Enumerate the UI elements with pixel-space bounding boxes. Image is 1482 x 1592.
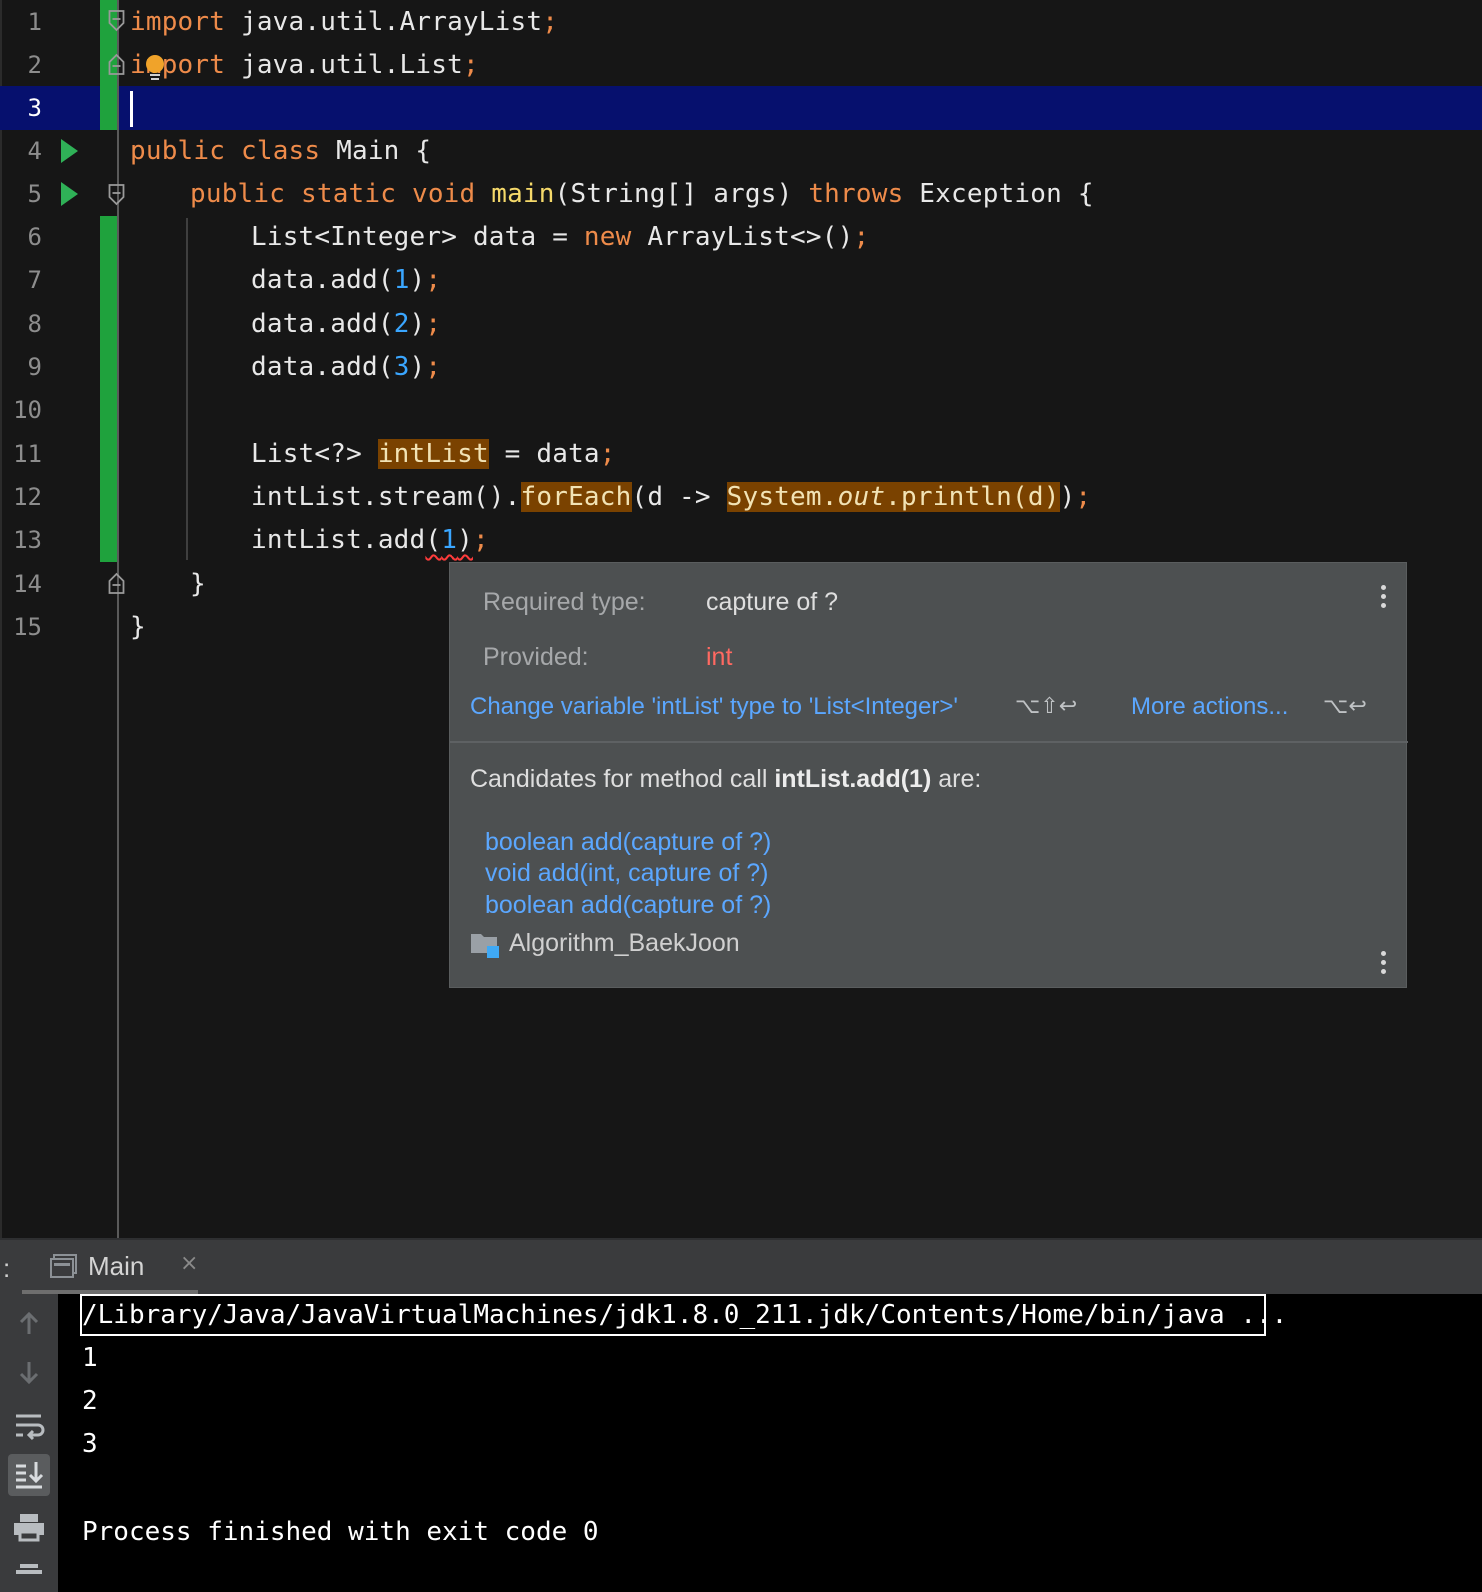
- line-number[interactable]: 9: [0, 345, 42, 389]
- code-line-11[interactable]: 11 List<?> intList = data;: [0, 432, 1482, 476]
- more-actions-shortcut-hint: ⌥↩: [1323, 694, 1367, 719]
- run-tab-label: Main: [88, 1251, 145, 1281]
- popup-divider: [450, 741, 1408, 743]
- line-number[interactable]: 11: [0, 432, 42, 476]
- console-output-line: 2: [82, 1386, 98, 1416]
- provided-value: int: [706, 643, 733, 671]
- soft-wrap-icon[interactable]: [8, 1404, 50, 1446]
- code-line-8[interactable]: 8 data.add(2);: [0, 302, 1482, 346]
- trash-icon[interactable]: [8, 1556, 50, 1592]
- code-text: data.add(3);: [251, 352, 442, 382]
- code-text: import java.util.ArrayList;: [130, 7, 559, 37]
- candidate-link[interactable]: boolean add(capture of ?): [485, 890, 771, 920]
- console-toolbar: [0, 1294, 58, 1592]
- header-colon: :: [3, 1253, 11, 1283]
- change-type-action-link[interactable]: Change variable 'intList' type to 'List<…: [470, 692, 958, 722]
- fix-shortcut-hint: ⌥⇧↩: [1015, 694, 1078, 719]
- line-number[interactable]: 1: [0, 0, 42, 44]
- code-text: List<Integer> data = new ArrayList<>();: [251, 222, 870, 252]
- line-number[interactable]: 6: [0, 215, 42, 259]
- code-line-4[interactable]: 4 public class Main {: [0, 129, 1482, 173]
- code-line-3[interactable]: 3: [0, 86, 1482, 130]
- run-console[interactable]: /Library/Java/JavaVirtualMachines/jdk1.8…: [0, 1294, 1482, 1592]
- code-line-2[interactable]: 2 import java.util.List;: [0, 43, 1482, 87]
- required-type-value: capture of ?: [706, 588, 839, 616]
- code-text: data.add(2);: [251, 309, 442, 339]
- print-icon[interactable]: [8, 1506, 50, 1548]
- module-name: Algorithm_BaekJoon: [509, 929, 740, 957]
- fold-open-icon[interactable]: [108, 184, 125, 206]
- line-number[interactable]: 7: [0, 258, 42, 302]
- console-output-line: 1: [82, 1343, 98, 1373]
- line-number[interactable]: 15: [0, 605, 42, 649]
- code-text: import java.util.List;: [130, 50, 479, 80]
- fold-open-icon[interactable]: [108, 10, 125, 32]
- code-text: intList.stream().forEach(d -> System.out…: [251, 482, 1092, 512]
- required-type-label: Required type:: [483, 588, 646, 616]
- code-line-13[interactable]: 13 intList.add(1);: [0, 518, 1482, 562]
- line-number[interactable]: 12: [0, 475, 42, 519]
- code-line-6[interactable]: 6 List<Integer> data = new ArrayList<>()…: [0, 215, 1482, 259]
- java-command-line[interactable]: /Library/Java/JavaVirtualMachines/jdk1.8…: [82, 1293, 1287, 1337]
- run-main-icon[interactable]: [61, 182, 78, 206]
- code-text: public static void main(String[] args) t…: [190, 179, 1094, 209]
- candidate-link[interactable]: boolean add(capture of ?): [485, 827, 771, 857]
- down-arrow-icon[interactable]: [8, 1352, 50, 1394]
- line-number[interactable]: 14: [0, 562, 42, 606]
- close-tab-icon[interactable]: ×: [180, 1251, 198, 1276]
- usage-highlight[interactable]: intList: [377, 439, 489, 469]
- code-line-9[interactable]: 9 data.add(3);: [0, 345, 1482, 389]
- line-number[interactable]: 2: [0, 43, 42, 87]
- line-number[interactable]: 8: [0, 302, 42, 346]
- module-folder-icon: [470, 931, 500, 959]
- fold-close-icon[interactable]: [108, 53, 125, 75]
- usage-highlight[interactable]: System.out.println(d): [726, 482, 1060, 512]
- code-line-7[interactable]: 7 data.add(1);: [0, 258, 1482, 302]
- provided-label: Provided:: [483, 643, 589, 671]
- code-text: public class Main {: [130, 136, 432, 166]
- more-actions-link[interactable]: More actions...: [1131, 692, 1288, 722]
- error-highlight[interactable]: (1): [425, 525, 473, 555]
- console-window-icon: [50, 1254, 78, 1278]
- code-text: }: [130, 612, 146, 642]
- code-line-1[interactable]: 1 import java.util.ArrayList;: [0, 0, 1482, 44]
- line-number[interactable]: 4: [0, 129, 42, 173]
- candidates-heading: Candidates for method call intList.add(1…: [470, 765, 982, 793]
- code-text: data.add(1);: [251, 265, 442, 295]
- line-number[interactable]: 5: [0, 172, 42, 216]
- popup-footer-menu-icon[interactable]: [1379, 949, 1387, 977]
- code-text: }: [190, 569, 206, 599]
- line-number[interactable]: 3: [0, 86, 42, 130]
- line-number[interactable]: 10: [0, 388, 42, 432]
- code-line-5[interactable]: 5 public static void main(String[] args)…: [0, 172, 1482, 216]
- run-class-icon[interactable]: [61, 139, 78, 163]
- fold-close-icon[interactable]: [108, 572, 125, 594]
- text-caret: [130, 86, 133, 130]
- code-text: List<?> intList = data;: [251, 439, 616, 469]
- up-arrow-icon[interactable]: [8, 1302, 50, 1344]
- intention-bulb-icon[interactable]: [144, 54, 166, 80]
- exit-code-message: Process finished with exit code 0: [82, 1517, 599, 1547]
- console-output-line: 3: [82, 1429, 98, 1459]
- usage-highlight[interactable]: forEach: [520, 482, 632, 512]
- code-line-12[interactable]: 12 intList.stream().forEach(d -> System.…: [0, 475, 1482, 519]
- candidate-link[interactable]: void add(int, capture of ?): [485, 858, 769, 888]
- line-number[interactable]: 13: [0, 518, 42, 562]
- popup-menu-icon[interactable]: [1379, 583, 1387, 611]
- scroll-to-end-icon[interactable]: [8, 1454, 50, 1496]
- code-line-10[interactable]: 10: [0, 388, 1482, 432]
- error-tooltip-popup[interactable]: Required type: capture of ? Provided: in…: [449, 562, 1408, 988]
- run-tool-window-header: : Main ×: [0, 1238, 1482, 1294]
- code-text: intList.add(1);: [251, 525, 489, 555]
- run-tab-main[interactable]: Main ×: [22, 1240, 198, 1294]
